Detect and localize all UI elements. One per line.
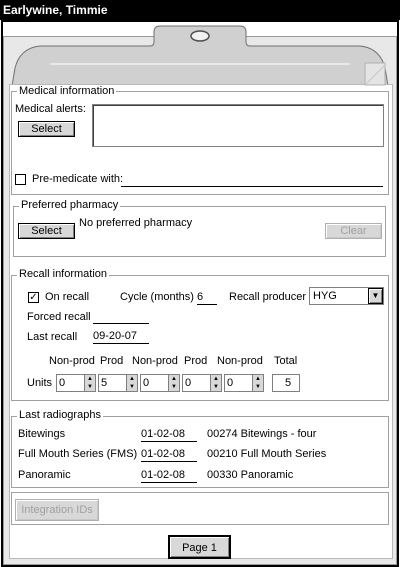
premedicate-checkbox[interactable] [15, 174, 26, 185]
last-recall-label: Last recall [27, 331, 78, 343]
clipboard-clip-icon [11, 25, 389, 87]
radiograph-date-field[interactable]: 01-02-08 [141, 428, 197, 442]
last-recall-field[interactable]: 09-20-07 [93, 330, 149, 344]
arrow-up-icon[interactable]: ▲ [211, 375, 221, 383]
pharmacy-text: No preferred pharmacy [79, 217, 193, 229]
radiograph-desc: 00274 Bitewings - four [207, 428, 317, 440]
arrow-up-icon[interactable]: ▲ [169, 375, 179, 383]
arrow-down-icon[interactable]: ▼ [253, 383, 263, 391]
arrow-down-icon[interactable]: ▼ [169, 383, 179, 391]
arrow-up-icon[interactable]: ▲ [85, 375, 95, 383]
radiograph-label: Bitewings [18, 428, 66, 440]
recall-producer-label: Recall producer [229, 291, 307, 303]
units-header-nonprod-2: Non-prod [132, 355, 178, 367]
radiograph-desc: 00330 Panoramic [207, 469, 294, 481]
medical-select-button[interactable]: Select [18, 121, 75, 137]
pharmacy-clear-button[interactable]: Clear [325, 223, 382, 239]
forced-recall-label: Forced recall [27, 311, 91, 323]
cycle-label: Cycle (months) [120, 291, 194, 303]
window-title: Earlywine, Timmie [0, 0, 400, 20]
units-header-prod-1: Prod [100, 355, 124, 367]
total-value: 5 [285, 377, 292, 389]
stepper-value: 0 [143, 377, 150, 389]
units-stepper-prod-1[interactable]: 5 ▲ ▼ [98, 374, 138, 392]
recall-producer-value: HYG [313, 290, 337, 302]
page-1-button[interactable]: Page 1 [168, 535, 231, 559]
radiographs-legend: Last radiographs [17, 409, 103, 422]
premedicate-label: Pre-medicate with: [32, 173, 124, 185]
medical-info-legend: Medical information [17, 85, 117, 98]
arrow-up-icon[interactable]: ▲ [253, 375, 263, 383]
stepper-value: 0 [227, 377, 234, 389]
radiograph-date-field[interactable]: 01-02-08 [141, 448, 197, 462]
medical-alerts-textbox[interactable] [92, 104, 384, 147]
arrow-up-icon[interactable]: ▲ [127, 375, 137, 383]
page-corner-icon [364, 62, 386, 86]
units-header-total: Total [274, 355, 298, 367]
units-stepper-nonprod-3[interactable]: 0 ▲ ▼ [224, 374, 264, 392]
cycle-field[interactable]: 6 [197, 291, 217, 305]
integration-ids-button[interactable]: Integration IDs [15, 499, 99, 521]
checkmark-icon: ✓ [29, 292, 38, 303]
stepper-value: 0 [185, 377, 192, 389]
recall-legend: Recall information [17, 268, 110, 281]
radiograph-date-field[interactable]: 01-02-08 [141, 469, 197, 483]
recall-producer-dropdown[interactable]: HYG ▼ [309, 287, 384, 305]
units-stepper-nonprod-1[interactable]: 0 ▲ ▼ [56, 374, 96, 392]
units-stepper-prod-2[interactable]: 0 ▲ ▼ [182, 374, 222, 392]
radiograph-label: Full Mouth Series (FMS) [18, 448, 138, 460]
premedicate-field[interactable] [121, 174, 383, 187]
stepper-value: 0 [59, 377, 66, 389]
stepper-value: 5 [101, 377, 108, 389]
units-label: Units [27, 377, 53, 389]
radiograph-label: Panoramic [18, 469, 71, 481]
arrow-down-icon[interactable]: ▼ [85, 383, 95, 391]
units-header-nonprod-1: Non-prod [49, 355, 95, 367]
forced-recall-field[interactable] [93, 310, 149, 324]
units-header-prod-2: Prod [184, 355, 208, 367]
arrow-down-icon[interactable]: ▼ [127, 383, 137, 391]
on-recall-label: On recall [45, 291, 90, 303]
radiograph-desc: 00210 Full Mouth Series [207, 448, 327, 460]
on-recall-checkbox[interactable]: ✓ [28, 292, 39, 303]
units-header-nonprod-3: Non-prod [217, 355, 263, 367]
units-stepper-nonprod-2[interactable]: 0 ▲ ▼ [140, 374, 180, 392]
pharmacy-select-button[interactable]: Select [18, 223, 75, 239]
medical-alerts-label: Medical alerts: [15, 103, 86, 115]
chevron-down-icon[interactable]: ▼ [368, 288, 383, 304]
arrow-down-icon[interactable]: ▼ [211, 383, 221, 391]
units-total-field: 5 [272, 374, 300, 392]
pharmacy-legend: Preferred pharmacy [19, 199, 121, 212]
